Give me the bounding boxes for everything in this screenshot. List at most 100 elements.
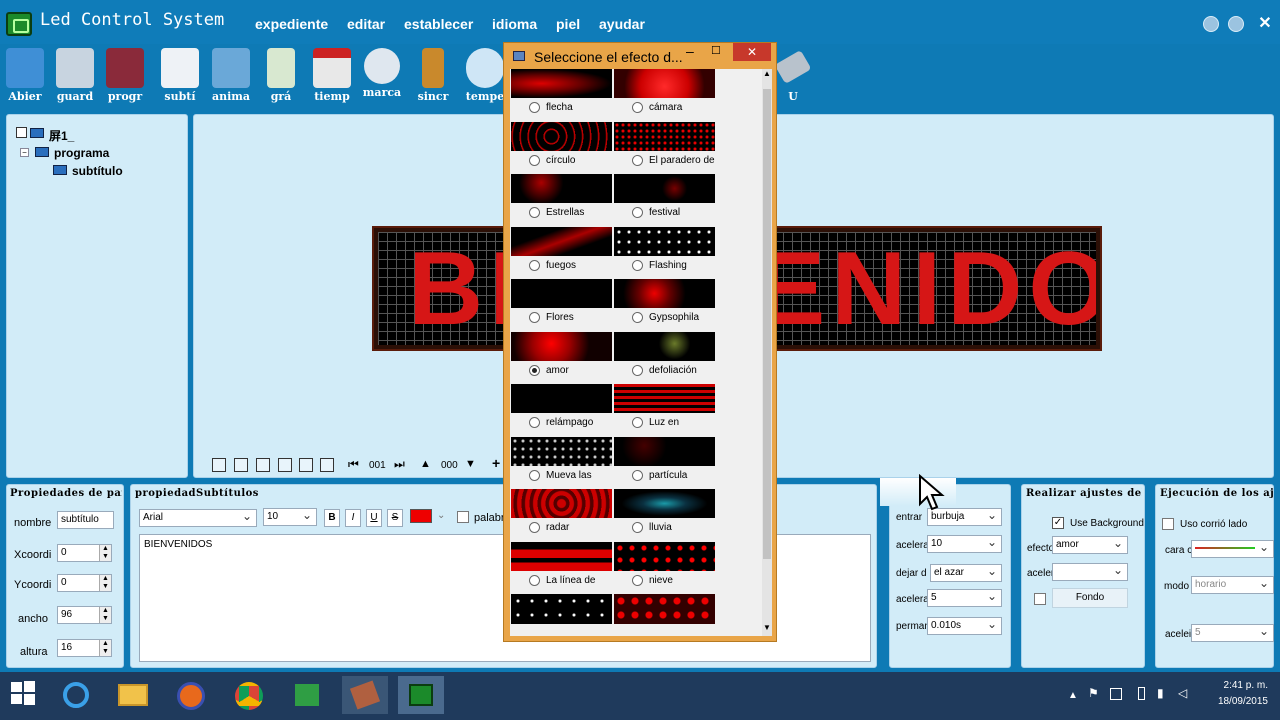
chrome-taskbar-icon[interactable] xyxy=(226,676,272,714)
radio-button[interactable] xyxy=(529,469,540,481)
effect-option-circulo[interactable]: círculo xyxy=(529,154,575,166)
menu-idioma[interactable]: idioma xyxy=(492,16,537,32)
effect-thumb-flecha[interactable] xyxy=(511,69,612,98)
dialog-minimize-button[interactable]: – xyxy=(686,43,694,59)
dejar-select[interactable]: el azar xyxy=(930,564,1002,582)
animation-button[interactable]: anima xyxy=(206,48,256,106)
led-taskbar-icon[interactable] xyxy=(398,676,444,714)
effect-thumb-festival[interactable] xyxy=(614,174,715,203)
effect-thumb-la-linea[interactable] xyxy=(511,541,612,571)
tree-program[interactable]: programa xyxy=(54,146,109,160)
close-button[interactable]: ✕ xyxy=(1256,16,1274,34)
radio-button[interactable] xyxy=(632,522,643,533)
effect-thumb-defoliacion[interactable] xyxy=(614,331,715,361)
volume-icon[interactable]: ◁ xyxy=(1178,686,1187,700)
next-page-icon[interactable]: ⏭ xyxy=(394,457,405,472)
effect-option-relampago[interactable]: relámpago xyxy=(529,417,593,428)
tree-subtitle[interactable]: subtítulo xyxy=(72,164,123,178)
radio-button[interactable] xyxy=(632,102,643,113)
word-checkbox[interactable] xyxy=(457,511,469,523)
menu-expediente[interactable]: expediente xyxy=(255,16,328,32)
color-swatch[interactable] xyxy=(410,509,432,523)
effect-thumb-extra-1[interactable] xyxy=(511,594,612,624)
menu-editar[interactable]: editar xyxy=(347,16,385,32)
radio-button[interactable] xyxy=(632,259,643,271)
add-icon[interactable]: + xyxy=(492,455,500,471)
tree-root[interactable]: 屏1_ xyxy=(49,127,74,144)
effect-thumb-lluvia[interactable] xyxy=(614,489,715,518)
radio-button[interactable] xyxy=(632,154,643,166)
effect-option-nieve[interactable]: nieve xyxy=(632,574,673,586)
effect-option-lluvia[interactable]: lluvia xyxy=(632,522,672,533)
exec-acel-select[interactable]: 5 xyxy=(1191,624,1274,642)
network-icon[interactable]: ▮ xyxy=(1157,686,1164,700)
radio-button[interactable] xyxy=(632,417,643,428)
dialog-maximize-button[interactable]: ☐ xyxy=(711,44,721,57)
battery-icon[interactable] xyxy=(1138,687,1145,700)
tool-taskbar-icon[interactable] xyxy=(342,676,388,714)
fondo-checkbox[interactable] xyxy=(1034,593,1046,605)
effect-thumb-luz-en[interactable] xyxy=(614,384,715,413)
tray-arrow-icon[interactable]: ▲ xyxy=(1068,690,1078,701)
menu-piel[interactable]: piel xyxy=(556,16,580,32)
radio-button[interactable] xyxy=(529,364,540,376)
radio-button[interactable] xyxy=(529,102,540,113)
effect-option-camara[interactable]: cámara xyxy=(632,102,682,113)
use-bg-checkbox[interactable]: ✓ xyxy=(1052,517,1064,529)
font-select[interactable]: Arial xyxy=(139,509,257,527)
y-field[interactable]: 0 ▲ ▼ xyxy=(57,574,112,592)
effect-option-defoliacion[interactable]: defoliación xyxy=(632,364,697,376)
clock-time[interactable]: 2:41 p. m. xyxy=(1212,680,1268,691)
collapse-icon[interactable]: − xyxy=(20,148,29,157)
up-arrow-icon[interactable]: ▲ xyxy=(420,458,431,470)
dialog-close-button[interactable]: ✕ xyxy=(733,43,771,61)
effect-option-radar[interactable]: radar xyxy=(529,522,569,533)
effect-option-amor[interactable]: amor xyxy=(529,364,569,376)
x-field[interactable]: 0 ▲ ▼ xyxy=(57,544,112,562)
size-select[interactable]: 10 xyxy=(263,508,317,526)
italic-button[interactable]: I xyxy=(345,509,361,527)
radio-button[interactable] xyxy=(632,207,643,218)
modo-select[interactable]: horario xyxy=(1191,576,1274,594)
scroll-down-icon[interactable]: ▼ xyxy=(762,623,772,635)
effect-option-la-linea[interactable]: La línea de xyxy=(529,574,596,586)
effect-thumb-flashing[interactable] xyxy=(614,226,715,256)
radio-button[interactable] xyxy=(529,417,540,428)
effect-option-flores[interactable]: Flores xyxy=(529,312,574,323)
effect-thumb-flores[interactable] xyxy=(511,279,612,308)
menu-establecer[interactable]: establecer xyxy=(404,16,473,32)
radio-button[interactable] xyxy=(529,207,540,218)
effect-thumb-radar[interactable] xyxy=(511,489,612,518)
program-button[interactable]: progr xyxy=(100,48,150,106)
clock-button[interactable]: marca xyxy=(357,48,407,106)
effect-option-luz-en[interactable]: Luz en xyxy=(632,417,679,428)
radio-button[interactable] xyxy=(529,154,540,166)
effect-option-paradero[interactable]: El paradero de xyxy=(632,154,715,166)
strike-button[interactable]: S xyxy=(387,509,403,527)
layout-button-1[interactable] xyxy=(212,458,226,472)
effect-thumb-fuegos[interactable] xyxy=(511,226,612,256)
dialog-scrollbar[interactable]: ▲ ▼ xyxy=(762,69,772,636)
radio-button[interactable] xyxy=(529,522,540,533)
effect-thumb-nieve[interactable] xyxy=(614,541,715,571)
acel2-select[interactable]: 5 xyxy=(927,589,1002,607)
tree-checkbox[interactable] xyxy=(16,127,27,138)
effect-option-fuegos[interactable]: fuegos xyxy=(529,259,576,271)
down-arrow-icon[interactable]: ▼ xyxy=(465,458,476,470)
radio-button[interactable] xyxy=(632,574,643,586)
effect-option-flecha[interactable]: flecha xyxy=(529,102,573,113)
underline-button[interactable]: U xyxy=(366,509,382,527)
effect-option-mueva-las[interactable]: Mueva las xyxy=(529,469,592,481)
first-page-icon[interactable]: ⏮ xyxy=(348,457,359,472)
effect-thumb-paradero[interactable] xyxy=(614,121,715,151)
effect-option-particula[interactable]: partícula xyxy=(632,469,687,481)
effect-thumb-circulo[interactable] xyxy=(511,121,612,151)
maximize-button[interactable] xyxy=(1228,16,1244,32)
radio-button[interactable] xyxy=(632,469,643,481)
explorer-taskbar-icon[interactable] xyxy=(110,676,156,714)
effect-thumb-camara[interactable] xyxy=(614,69,715,98)
graphic-button[interactable]: grá xyxy=(256,48,306,106)
radio-button[interactable] xyxy=(529,259,540,271)
store-taskbar-icon[interactable] xyxy=(284,676,330,714)
layout-button-5[interactable] xyxy=(299,458,313,472)
